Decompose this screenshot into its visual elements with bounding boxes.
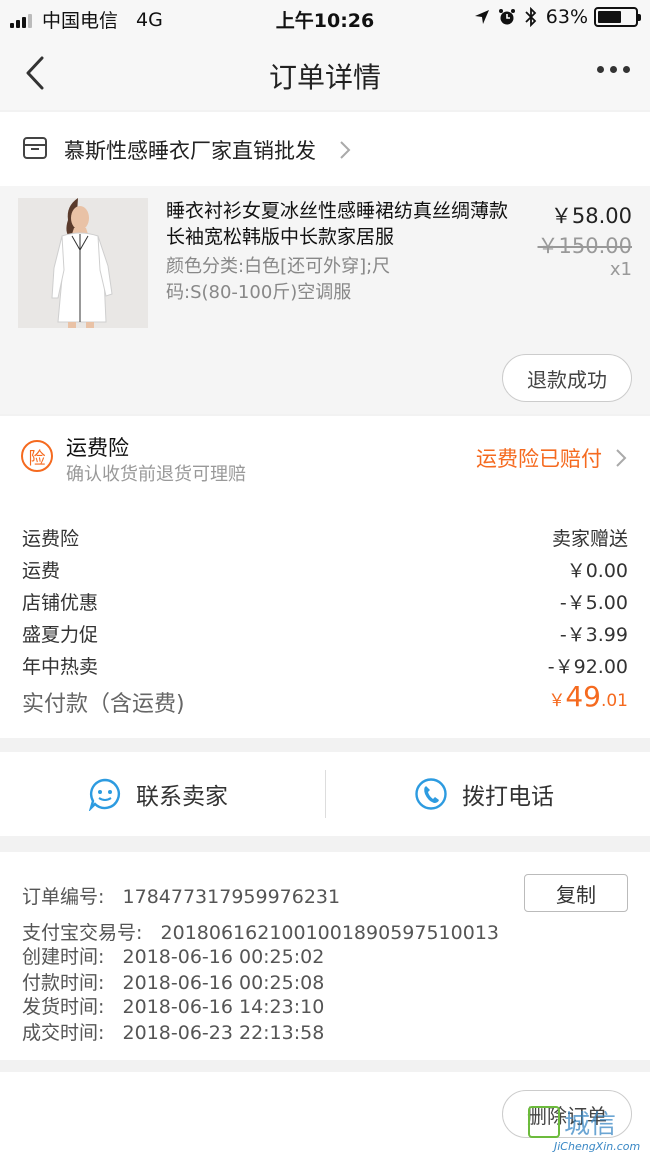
product-card[interactable]: 睡衣衬衫女夏冰丝性感睡裙纺真丝绸薄款长袖宽松韩版中长款家居服 颜色分类:白色[还…: [0, 186, 650, 414]
nav-bar: 订单详情: [0, 36, 650, 110]
total-label: 实付款（含运费): [22, 692, 185, 717]
alipay-trade-number: 支付宝交易号: 2018061621001001890597510013: [22, 922, 499, 944]
contact-seller-button[interactable]: 联系卖家: [88, 752, 228, 836]
order-info: 订单编号: 178477317959976231 复制 支付宝交易号: 2018…: [0, 852, 650, 1060]
fee-value: -￥5.00: [559, 592, 628, 614]
paid-time: 付款时间: 2018-06-16 00:25:08: [22, 972, 325, 994]
fee-row: 年中热卖 -￥92.00: [22, 648, 628, 680]
fee-label: 店铺优惠: [22, 592, 99, 614]
shop-row[interactable]: 慕斯性感睡衣厂家直销批发: [0, 112, 650, 186]
contact-seller-label: 联系卖家: [136, 784, 228, 810]
fee-row: 运费 ￥0.00: [22, 552, 628, 584]
completed-time: 成交时间: 2018-06-23 22:13:58: [22, 1022, 325, 1044]
battery-icon: [594, 7, 641, 27]
product-sku: 颜色分类:白色[还可外穿];尺码:S(80-100斤)空调服: [166, 256, 391, 303]
chat-bubble-icon: [88, 778, 120, 811]
total-currency: ￥: [548, 691, 566, 711]
fee-value: -￥92.00: [547, 656, 628, 678]
fee-label: 盛夏力促: [22, 624, 99, 646]
insurance-icon: 险: [21, 440, 53, 472]
chevron-right-icon: [340, 141, 351, 159]
product-title[interactable]: 睡衣衬衫女夏冰丝性感睡裙纺真丝绸薄款长袖宽松韩版中长款家居服: [166, 198, 516, 250]
total-integer: 49: [565, 680, 601, 713]
more-dots-icon[interactable]: [591, 66, 630, 73]
store-icon: [23, 137, 47, 159]
contact-bar: 联系卖家 拨打电话: [0, 752, 650, 836]
product-original-price: ￥150.00: [537, 234, 632, 258]
refund-status-button[interactable]: 退款成功: [502, 354, 632, 402]
order-number: 订单编号: 178477317959976231: [22, 886, 341, 908]
watermark: 城信 JiChengXin.com: [524, 1102, 644, 1154]
insurance-title: 运费险: [66, 436, 129, 460]
total-amount: ￥49.01: [548, 680, 628, 713]
product-price: ￥58.00: [550, 204, 632, 228]
call-phone-label: 拨打电话: [462, 784, 554, 810]
fee-summary: 运费险 卖家赠送 运费 ￥0.00 店铺优惠 -￥5.00 盛夏力促 -￥3.9…: [0, 500, 650, 738]
location-icon: [474, 10, 489, 24]
watermark-url: JiChengXin.com: [554, 1140, 641, 1153]
status-bar: 中国电信 4G 上午10:26 63%: [0, 0, 650, 36]
insurance-subtitle: 确认收货前退货可理赔: [66, 464, 246, 485]
fee-row: 店铺优惠 -￥5.00: [22, 584, 628, 616]
bluetooth-icon: [525, 7, 537, 27]
watermark-text: 城信: [564, 1110, 617, 1140]
product-image[interactable]: [18, 198, 148, 328]
shop-name: 慕斯性感睡衣厂家直销批发: [64, 139, 316, 163]
watermark-logo-icon: [528, 1106, 560, 1138]
phone-icon: [415, 778, 447, 810]
divider: [325, 770, 326, 818]
shipped-time: 发货时间: 2018-06-16 14:23:10: [22, 996, 325, 1018]
product-quantity: x1: [609, 259, 632, 280]
fee-row: 运费险 卖家赠送: [22, 520, 628, 552]
shipping-insurance-row[interactable]: 险 运费险 确认收货前退货可理赔 运费险已赔付: [0, 416, 650, 500]
battery-percent: 63%: [545, 6, 588, 28]
fee-value: 卖家赠送: [551, 528, 628, 550]
insurance-status: 运费险已赔付: [476, 447, 602, 471]
total-decimal: .01: [600, 691, 628, 711]
created-time: 创建时间: 2018-06-16 00:25:02: [22, 946, 325, 968]
fee-value: -￥3.99: [559, 624, 628, 646]
fee-label: 运费险: [22, 528, 80, 550]
page-title: 订单详情: [268, 61, 381, 94]
alarm-icon: [498, 9, 515, 25]
fee-row: 盛夏力促 -￥3.99: [22, 616, 628, 648]
copy-button[interactable]: 复制: [524, 874, 628, 912]
fee-value: ￥0.00: [566, 560, 628, 582]
fee-label: 年中热卖: [22, 656, 99, 678]
chevron-right-icon: [616, 449, 627, 467]
call-phone-button[interactable]: 拨打电话: [414, 752, 554, 836]
fee-label: 运费: [22, 560, 61, 582]
